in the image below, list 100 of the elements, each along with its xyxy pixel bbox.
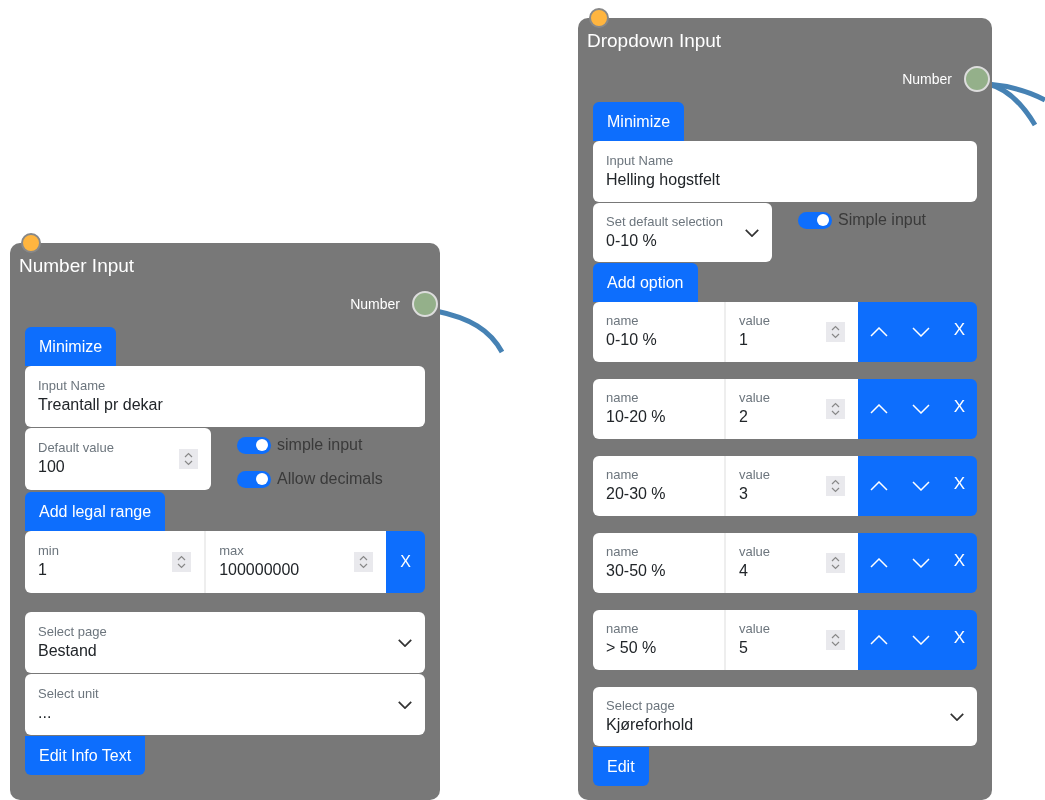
remove-button[interactable]: X bbox=[386, 531, 425, 593]
field-label: Select page bbox=[38, 623, 108, 640]
toggle-label: Allow decimals bbox=[277, 469, 383, 489]
spinner-icon[interactable] bbox=[826, 322, 845, 342]
output-port[interactable] bbox=[964, 66, 990, 92]
field-label: value bbox=[739, 621, 772, 637]
field-label: name bbox=[606, 390, 640, 406]
field-value: 1 bbox=[739, 330, 749, 350]
text-field[interactable]: name 0-10 % bbox=[593, 302, 726, 362]
field-value: 100 bbox=[38, 457, 66, 477]
toggle-label: simple input bbox=[277, 435, 363, 455]
node-title: Dropdown Input bbox=[587, 30, 723, 52]
chevron-down-icon bbox=[950, 712, 964, 721]
number-field[interactable]: value 5 bbox=[726, 610, 858, 670]
spinner-icon[interactable] bbox=[826, 630, 845, 650]
action-button[interactable]: Minimize bbox=[25, 327, 117, 366]
toggle-label: Simple input bbox=[838, 210, 927, 230]
remove-button[interactable]: X bbox=[942, 610, 977, 670]
text-field[interactable]: name 10-20 % bbox=[593, 379, 726, 439]
port-label: Number bbox=[350, 294, 400, 314]
output-port[interactable] bbox=[412, 291, 438, 317]
number-field[interactable]: value 4 bbox=[726, 533, 858, 593]
spinner-icon[interactable] bbox=[826, 553, 845, 573]
chevron-up-icon[interactable] bbox=[870, 481, 888, 491]
number-field[interactable]: value 1 bbox=[726, 302, 858, 362]
chevron-down-icon[interactable] bbox=[912, 404, 930, 414]
spinner-icon[interactable] bbox=[354, 552, 374, 572]
field-label: name bbox=[606, 467, 640, 483]
action-button[interactable]: Add option bbox=[593, 263, 698, 302]
field-label: name bbox=[606, 313, 640, 329]
field-value: 0-10 % bbox=[606, 230, 658, 251]
chevron-down-icon bbox=[398, 638, 412, 647]
number-field[interactable]: max 100000000 bbox=[206, 531, 387, 593]
field-label: name bbox=[606, 621, 640, 637]
chevron-down-icon[interactable] bbox=[912, 327, 930, 337]
chevron-up-icon[interactable] bbox=[870, 327, 888, 337]
toggle-switch[interactable] bbox=[237, 436, 271, 454]
field-label: value bbox=[739, 544, 772, 560]
remove-button[interactable]: X bbox=[942, 302, 977, 362]
field-value: 5 bbox=[739, 638, 749, 658]
field-value: ... bbox=[38, 702, 53, 723]
chevron-up-icon[interactable] bbox=[870, 404, 888, 414]
field-value: 3 bbox=[739, 484, 749, 504]
remove-button[interactable]: X bbox=[942, 456, 977, 516]
field-label: value bbox=[739, 467, 772, 483]
spinner-icon[interactable] bbox=[826, 476, 845, 496]
field-value: 30-50 % bbox=[606, 561, 667, 581]
text-field[interactable]: name 20-30 % bbox=[593, 456, 726, 516]
field-label: value bbox=[739, 313, 772, 329]
chevron-down-icon[interactable] bbox=[912, 558, 930, 568]
number-field[interactable]: value 3 bbox=[726, 456, 858, 516]
field-label: Select page bbox=[606, 697, 676, 714]
field-label: Input Name bbox=[606, 152, 675, 169]
spinner-icon[interactable] bbox=[172, 552, 192, 572]
input-port[interactable] bbox=[21, 233, 41, 253]
select-field[interactable]: Set default selection 0-10 % bbox=[593, 203, 772, 262]
remove-button[interactable]: X bbox=[942, 533, 977, 593]
field-value: 1 bbox=[38, 560, 48, 580]
node-title: Number Input bbox=[19, 255, 136, 277]
field-value: 100000000 bbox=[219, 560, 301, 580]
remove-button[interactable]: X bbox=[942, 379, 977, 439]
chevron-down-icon bbox=[398, 700, 412, 709]
port-label: Number bbox=[902, 69, 952, 89]
action-button[interactable]: Edit bbox=[593, 747, 649, 786]
toggle-switch[interactable] bbox=[237, 470, 271, 488]
field-label: value bbox=[739, 390, 772, 406]
toggle-switch[interactable] bbox=[798, 211, 832, 229]
chevron-down-icon[interactable] bbox=[912, 635, 930, 645]
text-field[interactable]: name > 50 % bbox=[593, 610, 726, 670]
input-port[interactable] bbox=[589, 8, 609, 28]
select-field[interactable]: Select page Kjøreforhold bbox=[593, 687, 977, 746]
spinner-icon[interactable] bbox=[179, 449, 198, 469]
text-field[interactable]: Input Name Treantall pr dekar bbox=[25, 366, 425, 427]
field-label: Select unit bbox=[38, 685, 100, 702]
number-field[interactable]: value 2 bbox=[726, 379, 858, 439]
action-button[interactable]: Edit Info Text bbox=[25, 736, 146, 775]
number-field[interactable]: Default value 100 bbox=[25, 428, 211, 490]
field-value: 4 bbox=[739, 561, 749, 581]
action-button[interactable]: Add legal range bbox=[25, 492, 166, 531]
number-field[interactable]: min 1 bbox=[25, 531, 207, 593]
chevron-up-icon[interactable] bbox=[870, 635, 888, 645]
chevron-down-icon bbox=[745, 228, 759, 237]
field-label: Set default selection bbox=[606, 213, 725, 230]
spinner-icon[interactable] bbox=[826, 399, 845, 419]
chevron-down-icon[interactable] bbox=[912, 481, 930, 491]
select-field[interactable]: Select page Bestand bbox=[25, 612, 425, 673]
field-label: Default value bbox=[38, 440, 115, 456]
field-value: Kjøreforhold bbox=[606, 714, 695, 735]
field-label: max bbox=[219, 543, 245, 559]
field-value: 0-10 % bbox=[606, 330, 658, 350]
field-value: 10-20 % bbox=[606, 407, 667, 427]
field-value: Helling hogstfelt bbox=[606, 169, 721, 190]
select-field[interactable]: Select unit ... bbox=[25, 674, 425, 735]
field-value: 20-30 % bbox=[606, 484, 667, 504]
field-value: 2 bbox=[739, 407, 749, 427]
text-field[interactable]: name 30-50 % bbox=[593, 533, 726, 593]
chevron-up-icon[interactable] bbox=[870, 558, 888, 568]
text-field[interactable]: Input Name Helling hogstfelt bbox=[593, 141, 977, 202]
field-label: Input Name bbox=[38, 377, 107, 394]
action-button[interactable]: Minimize bbox=[593, 102, 685, 141]
